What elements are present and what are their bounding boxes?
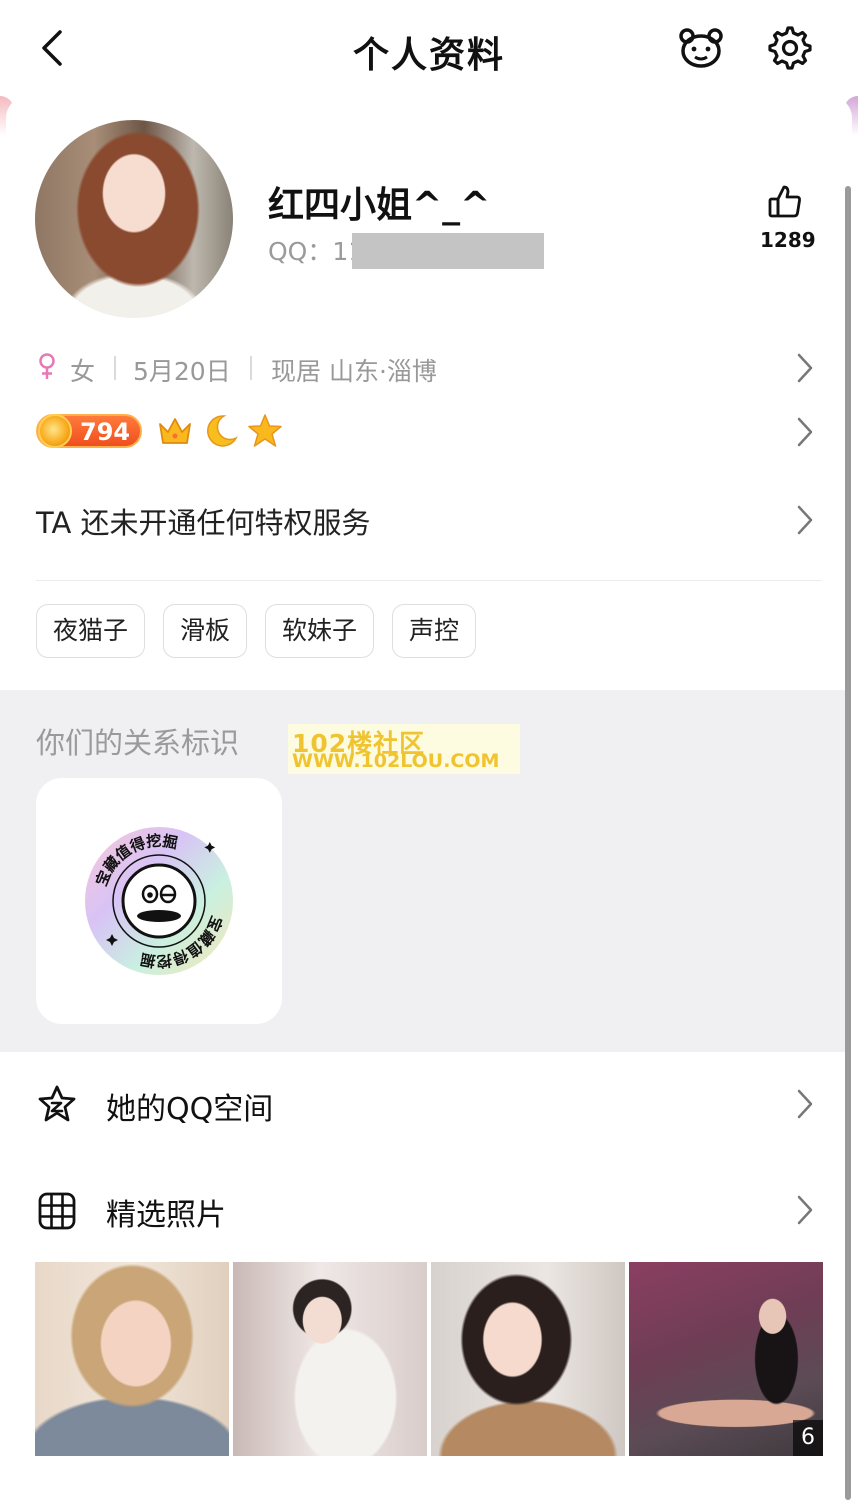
divider — [36, 580, 822, 581]
separator — [114, 356, 116, 380]
photo-strip: 6 — [35, 1262, 823, 1456]
coin-icon — [38, 414, 72, 448]
basic-info-row[interactable]: 女 5月20日 现居 山东·淄博 — [36, 346, 822, 390]
header-bar: 个人资料 — [0, 0, 858, 98]
like-count: 1289 — [760, 228, 816, 252]
tag-item[interactable]: 声控 — [392, 604, 477, 658]
gender-text: 女 — [70, 357, 96, 386]
crown-icon — [159, 418, 191, 444]
photo-thumbnail[interactable]: 6 — [629, 1262, 823, 1456]
level-badges-row[interactable]: 794 — [36, 410, 822, 454]
photo-thumbnail[interactable] — [431, 1262, 625, 1456]
like-button[interactable]: 1289 — [760, 184, 816, 260]
watermark-line-2: WWW.102LOU.COM — [292, 750, 500, 772]
female-icon — [39, 353, 55, 379]
star-icon — [248, 414, 282, 447]
photo-thumbnail[interactable] — [233, 1262, 427, 1456]
gear-icon[interactable] — [768, 26, 812, 70]
qq-number-redaction — [352, 233, 544, 269]
qzone-label: 她的QQ空间 — [106, 1092, 274, 1127]
chevron-right-icon — [797, 353, 813, 383]
avatar[interactable] — [35, 120, 233, 318]
page-title: 个人资料 — [352, 35, 505, 76]
relationship-section: 你们的关系标识 102楼社区 WWW.102LOU.COM 宝藏值得挖掘 宝藏值… — [0, 690, 845, 1052]
photo-count-badge: 6 — [793, 1420, 823, 1456]
featured-photos-label: 精选照片 — [106, 1198, 226, 1233]
thumbs-up-icon — [768, 185, 801, 218]
moon-icon — [207, 415, 238, 447]
bear-face-icon[interactable] — [678, 26, 724, 70]
tag-item[interactable]: 夜猫子 — [36, 604, 146, 658]
nickname: 红四小姐^_^ — [268, 185, 491, 226]
featured-photos-row[interactable]: 精选照片 — [36, 1180, 822, 1240]
privilege-text: TA 还未开通任何特权服务 — [36, 506, 371, 540]
location-text: 现居 山东·淄博 — [271, 357, 437, 386]
privilege-row[interactable]: TA 还未开通任何特权服务 — [36, 496, 822, 544]
relationship-card[interactable]: 宝藏值得挖掘 宝藏值得挖掘 — [36, 778, 282, 1024]
tag-item[interactable]: 滑板 — [163, 604, 248, 658]
chevron-right-icon — [797, 1089, 813, 1119]
qq-number-label: QQ：11 — [268, 237, 365, 266]
tag-item[interactable]: 软妹子 — [265, 604, 375, 658]
coin-value: 794 — [80, 418, 131, 446]
qzone-star-icon — [38, 1085, 76, 1122]
photo-thumbnail[interactable] — [35, 1262, 229, 1456]
scrollbar[interactable] — [845, 186, 851, 1500]
chevron-right-icon — [797, 417, 813, 447]
tag-list: 夜猫子 滑板 软妹子 声控 — [36, 604, 477, 660]
qzone-row[interactable]: 她的QQ空间 — [36, 1074, 822, 1134]
coin-badge: 794 — [36, 414, 142, 448]
birthday-text: 5月20日 — [133, 357, 231, 386]
watermark: 102楼社区 WWW.102LOU.COM — [288, 724, 520, 774]
relationship-title: 你们的关系标识 — [36, 726, 240, 760]
chevron-right-icon — [797, 505, 813, 535]
chevron-right-icon — [797, 1195, 813, 1225]
grid-icon — [38, 1192, 76, 1230]
treasure-badge-icon: 宝藏值得挖掘 宝藏值得挖掘 — [85, 827, 233, 975]
separator — [250, 356, 252, 380]
